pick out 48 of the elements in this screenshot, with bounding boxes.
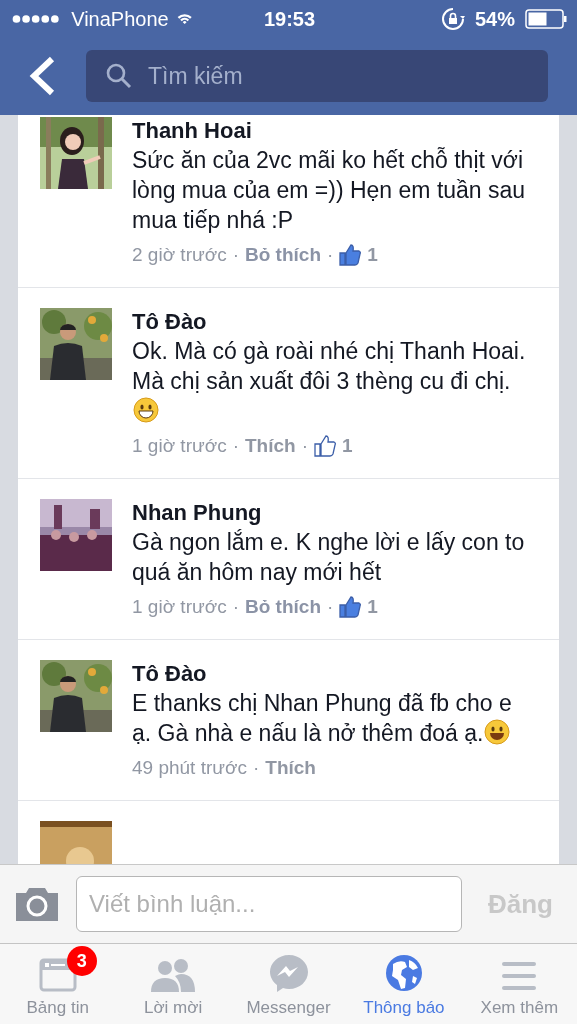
separator-dot: · [232,435,239,457]
commenter-name[interactable]: Tô Đào [132,308,533,336]
smiley-icon [484,719,511,745]
comment-field[interactable]: Viết bình luận... [76,876,462,932]
separator-dot: · [232,244,239,266]
tab[interactable]: Messenger [230,944,347,1024]
separator-dot: · [301,435,308,457]
carrier-name: VinaPhone [71,7,169,31]
separator-dot: · [252,757,260,779]
back-icon[interactable] [28,56,56,96]
like-count: 1 [367,244,378,266]
tab[interactable]: Lời mời [115,944,231,1024]
menu-icon [500,960,539,992]
like-link[interactable]: Thích [265,757,316,779]
battery-percent: 54% [474,7,515,31]
comment-time: 49 phút trước [132,757,247,779]
comment-text: Ok. Mà có gà roài nhé chị Thanh Hoai. Mà chị sản xuất đôi 3 thèng cu đi chị. [132,336,533,426]
people-icon [151,958,196,992]
notification-badge: 3 [66,946,97,976]
commenter-name[interactable]: Thanh Hoai [132,117,533,145]
tab[interactable]: Xem thêm [461,944,577,1024]
like-link[interactable]: Thích [245,435,296,457]
like-link[interactable]: Bỏ thích [245,596,321,618]
comment-time: 1 giờ trước [132,435,227,457]
search-field[interactable]: Tìm kiếm [86,50,548,102]
comment-text: E thanks chị Nhan Phung đã fb cho e ạ. Gà nhà e nấu là nở thêm đoá ạ. [132,689,513,748]
battery-icon [525,9,567,29]
like-link[interactable]: Bỏ thích [245,244,321,266]
search-icon [106,63,132,89]
tab[interactable]: Thông báo [346,944,462,1024]
like-count: 1 [367,596,378,618]
comment-time: 2 giờ trước [132,244,227,266]
messenger-icon [268,954,309,992]
comment-time: 1 giờ trước [132,596,227,618]
separator-dot: · [232,596,239,618]
separator-dot: · [327,244,334,266]
comment-text: Gà ngon lắm e. K nghe lời e lấy con to quá ăn hôm nay mới hết [132,528,526,587]
commenter-name[interactable]: Tô Đào [132,660,533,688]
globe-icon [384,954,423,992]
smiley-icon [133,397,159,423]
like-count: 1 [342,435,353,457]
comment-text: Sức ăn của 2vc mãi ko hết chỗ thịt với lòng mua của em =)) Hẹn em tuần sau mua tiếp nhá :P [132,146,527,235]
tab[interactable]: 3 Bảng tin [0,944,116,1024]
rotation-lock-icon [440,7,465,31]
camera-icon[interactable] [14,887,60,921]
clock-time: 19:53 [263,7,316,31]
separator-dot: · [327,596,334,618]
commenter-name[interactable]: Nhan Phung [132,499,533,527]
